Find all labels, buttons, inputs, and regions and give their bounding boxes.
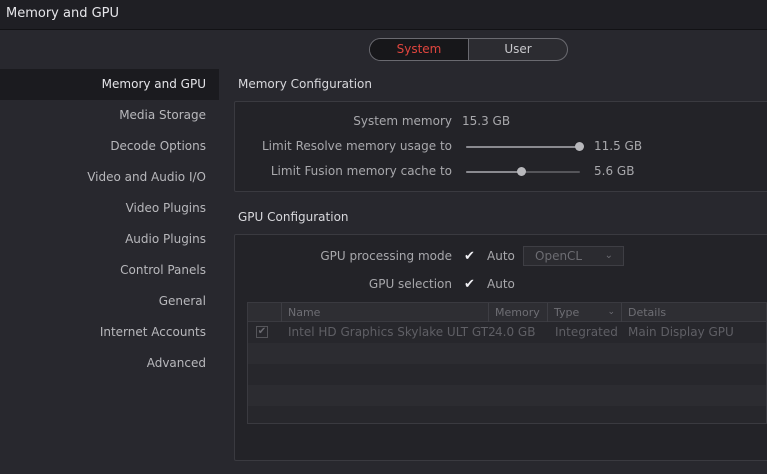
gpu-processing-mode-label: GPU processing mode xyxy=(320,249,452,263)
chevron-down-icon: ⌄ xyxy=(604,250,613,261)
fusion-cache-label: Limit Fusion memory cache to xyxy=(270,164,452,178)
sidebar: Memory and GPU Media Storage Decode Opti… xyxy=(0,69,219,379)
sidebar-item-internet-accounts[interactable]: Internet Accounts xyxy=(0,317,219,348)
gpu-selection-label: GPU selection xyxy=(368,277,452,291)
gpu-name-cell: Intel HD Graphics Skylake ULT GT2 xyxy=(288,325,496,339)
table-row-empty xyxy=(248,343,766,364)
fusion-slider-knob[interactable] xyxy=(516,167,526,176)
gpu-selection-auto-checkbox[interactable]: ✔ xyxy=(463,278,476,291)
resolve-memory-slider[interactable] xyxy=(466,142,584,151)
gpu-section-title: GPU Configuration xyxy=(238,210,349,224)
gpu-table-header: Name Memory Type ⌄ Details xyxy=(248,303,766,322)
gpu-table: Name Memory Type ⌄ Details ✔ Intel HD Gr… xyxy=(247,302,767,424)
title-bar: Memory and GPU xyxy=(0,0,767,30)
gpu-details-cell: Main Display GPU xyxy=(628,325,734,339)
processing-mode-select[interactable]: OpenCL ⌄ xyxy=(523,246,624,266)
column-header-memory[interactable]: Memory xyxy=(488,303,547,322)
sidebar-item-advanced[interactable]: Advanced xyxy=(0,348,219,379)
sidebar-item-control-panels[interactable]: Control Panels xyxy=(0,255,219,286)
system-memory-label: System memory xyxy=(353,114,452,128)
fusion-cache-value: 5.6 GB xyxy=(594,164,635,178)
column-header-type[interactable]: Type ⌄ xyxy=(547,303,621,322)
column-header-name[interactable]: Name xyxy=(281,303,488,322)
resolve-limit-label: Limit Resolve memory usage to xyxy=(262,139,452,153)
table-row-empty xyxy=(248,406,766,423)
select-column-header[interactable] xyxy=(248,303,281,322)
tab-system[interactable]: System xyxy=(370,39,468,60)
gpu-selection-auto-label: Auto xyxy=(487,277,515,291)
sidebar-item-memory-and-gpu[interactable]: Memory and GPU xyxy=(0,69,219,100)
sidebar-item-general[interactable]: General xyxy=(0,286,219,317)
memory-section-title: Memory Configuration xyxy=(238,77,372,91)
system-memory-value: 15.3 GB xyxy=(462,114,511,128)
sidebar-item-video-audio-io[interactable]: Video and Audio I/O xyxy=(0,162,219,193)
tab-user[interactable]: User xyxy=(468,39,567,60)
gpu-memory-cell: 4.0 GB xyxy=(495,325,536,339)
table-row-empty xyxy=(248,385,766,406)
table-row-empty xyxy=(248,364,766,385)
resolve-limit-value: 11.5 GB xyxy=(594,139,643,153)
scope-toggle: System User xyxy=(369,38,568,61)
gpu-row-checkbox[interactable]: ✔ xyxy=(256,326,268,338)
sidebar-item-media-storage[interactable]: Media Storage xyxy=(0,100,219,131)
gpu-type-cell: Integrated xyxy=(555,325,618,339)
processing-mode-auto-checkbox[interactable]: ✔ xyxy=(463,250,476,263)
column-header-details[interactable]: Details xyxy=(621,303,766,322)
sidebar-item-audio-plugins[interactable]: Audio Plugins xyxy=(0,224,219,255)
table-row[interactable]: ✔ Intel HD Graphics Skylake ULT GT2 4.0 … xyxy=(248,322,766,343)
window-title: Memory and GPU xyxy=(6,6,120,21)
resolve-slider-fill xyxy=(466,146,579,148)
sidebar-item-video-plugins[interactable]: Video Plugins xyxy=(0,193,219,224)
chevron-down-icon: ⌄ xyxy=(607,307,615,317)
processing-mode-auto-label: Auto xyxy=(487,249,515,263)
resolve-slider-knob[interactable] xyxy=(574,142,584,151)
processing-mode-select-value: OpenCL xyxy=(535,249,583,263)
fusion-cache-slider[interactable] xyxy=(466,167,580,176)
fusion-slider-fill xyxy=(466,171,521,173)
sidebar-item-decode-options[interactable]: Decode Options xyxy=(0,131,219,162)
column-header-type-label: Type xyxy=(554,306,580,319)
